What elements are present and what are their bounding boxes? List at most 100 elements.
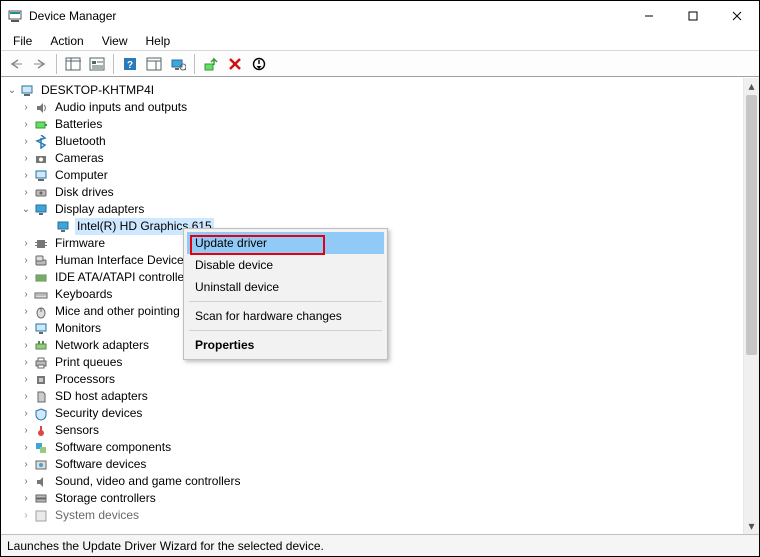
expand-icon[interactable]: ›	[19, 456, 33, 473]
tree-label: Network adapters	[53, 337, 151, 354]
tree-node-computer[interactable]: › Computer	[5, 167, 743, 184]
forward-button[interactable]	[29, 53, 51, 75]
tree-node-display[interactable]: ⌄ Display adapters	[5, 201, 743, 218]
sd-icon	[33, 389, 49, 405]
tree-label: Software components	[53, 439, 173, 456]
context-item-label: Update driver	[195, 236, 267, 250]
tree-node-sensors[interactable]: ›Sensors	[5, 422, 743, 439]
tree-label: Batteries	[53, 116, 104, 133]
security-icon	[33, 406, 49, 422]
expand-icon[interactable]: ›	[19, 252, 33, 269]
storage-icon	[33, 491, 49, 507]
menu-file[interactable]: File	[5, 32, 40, 50]
tree-node-sysdev[interactable]: ›System devices	[5, 507, 743, 524]
scan-hardware-button[interactable]	[167, 53, 189, 75]
collapse-icon[interactable]: ⌄	[5, 82, 19, 99]
expand-icon[interactable]: ›	[19, 371, 33, 388]
expand-icon[interactable]: ›	[19, 150, 33, 167]
computer-icon	[19, 83, 35, 99]
menu-action[interactable]: Action	[42, 32, 91, 50]
tree-node-swdev[interactable]: › Software devices	[5, 456, 743, 473]
disable-toolbar-button[interactable]	[248, 53, 270, 75]
tree-node-batteries[interactable]: › Batteries	[5, 116, 743, 133]
tree-label: Print queues	[53, 354, 124, 371]
expand-icon[interactable]: ›	[19, 337, 33, 354]
scroll-thumb[interactable]	[746, 95, 757, 355]
close-button[interactable]	[715, 1, 759, 31]
expand-icon[interactable]: ›	[19, 133, 33, 150]
tree-label: Computer	[53, 167, 110, 184]
firmware-icon	[33, 236, 49, 252]
expand-icon[interactable]: ›	[19, 490, 33, 507]
tree-label: Software devices	[53, 456, 148, 473]
tree-label: Monitors	[53, 320, 103, 337]
context-scan-hardware[interactable]: Scan for hardware changes	[187, 305, 384, 327]
tree-label: Display adapters	[53, 201, 146, 218]
printer-icon	[33, 355, 49, 371]
show-hide-tree-button[interactable]	[62, 53, 84, 75]
expand-icon[interactable]: ›	[19, 354, 33, 371]
expand-icon[interactable]: ›	[19, 405, 33, 422]
expand-icon[interactable]: ›	[19, 439, 33, 456]
tree-node-sound[interactable]: › Sound, video and game controllers	[5, 473, 743, 490]
vertical-scrollbar[interactable]: ▴ ▾	[743, 78, 759, 534]
tree-node-security[interactable]: ›Security devices	[5, 405, 743, 422]
tree-label: Human Interface Devices	[53, 252, 192, 269]
tree-label: Processors	[53, 371, 117, 388]
separator	[113, 54, 114, 74]
expand-icon[interactable]: ›	[19, 116, 33, 133]
update-driver-toolbar-button[interactable]	[200, 53, 222, 75]
tree-root-label: DESKTOP-KHTMP4I	[39, 82, 156, 99]
expand-icon[interactable]: ›	[19, 184, 33, 201]
expand-icon[interactable]: ›	[19, 320, 33, 337]
camera-icon	[33, 151, 49, 167]
properties-toolbar-button[interactable]	[86, 53, 108, 75]
context-uninstall-device[interactable]: Uninstall device	[187, 276, 384, 298]
expand-icon[interactable]: ›	[19, 422, 33, 439]
context-menu: Update driver Disable device Uninstall d…	[183, 228, 388, 360]
context-disable-device[interactable]: Disable device	[187, 254, 384, 276]
tree-label: Audio inputs and outputs	[53, 99, 189, 116]
tree-node-swcomp[interactable]: › Software components	[5, 439, 743, 456]
tree-label: Disk drives	[53, 184, 116, 201]
bluetooth-icon	[33, 134, 49, 150]
toolbar: ?	[1, 51, 759, 77]
tree-node-bluetooth[interactable]: ›Bluetooth	[5, 133, 743, 150]
back-button[interactable]	[5, 53, 27, 75]
maximize-button[interactable]	[671, 1, 715, 31]
expand-icon[interactable]: ›	[19, 167, 33, 184]
tree-node-disk[interactable]: › Disk drives	[5, 184, 743, 201]
window-title: Device Manager	[29, 9, 116, 23]
action-panel-button[interactable]	[143, 53, 165, 75]
expand-icon[interactable]: ›	[19, 388, 33, 405]
tree-node-audio[interactable]: › Audio inputs and outputs	[5, 99, 743, 116]
tree-node-storage[interactable]: ›Storage controllers	[5, 490, 743, 507]
tree-label: Cameras	[53, 150, 106, 167]
expand-icon[interactable]: ›	[19, 473, 33, 490]
scroll-down-button[interactable]: ▾	[744, 518, 759, 534]
collapse-icon[interactable]: ⌄	[19, 201, 33, 218]
tree-label: Sound, video and game controllers	[53, 473, 242, 490]
minimize-button[interactable]	[627, 1, 671, 31]
expand-icon[interactable]: ›	[19, 99, 33, 116]
audio-icon	[33, 100, 49, 116]
help-button[interactable]: ?	[119, 53, 141, 75]
tree-node-processors[interactable]: › Processors	[5, 371, 743, 388]
context-item-label: Properties	[195, 338, 254, 352]
tree-node-cameras[interactable]: › Cameras	[5, 150, 743, 167]
expand-icon[interactable]: ›	[19, 507, 33, 524]
menu-view[interactable]: View	[94, 32, 136, 50]
expand-icon[interactable]: ›	[19, 235, 33, 252]
expand-icon[interactable]: ›	[19, 286, 33, 303]
client-area: ⌄ DESKTOP-KHTMP4I › Audio inputs and outp…	[1, 77, 759, 534]
context-update-driver[interactable]: Update driver	[187, 232, 384, 254]
expand-icon[interactable]: ›	[19, 303, 33, 320]
expand-icon[interactable]: ›	[19, 269, 33, 286]
tree-node-sdhost[interactable]: ›SD host adapters	[5, 388, 743, 405]
menu-help[interactable]: Help	[138, 32, 179, 50]
context-properties[interactable]: Properties	[187, 334, 384, 356]
tree-root[interactable]: ⌄ DESKTOP-KHTMP4I	[5, 82, 743, 99]
uninstall-toolbar-button[interactable]	[224, 53, 246, 75]
scroll-up-button[interactable]: ▴	[744, 78, 759, 94]
context-item-label: Uninstall device	[195, 280, 279, 294]
